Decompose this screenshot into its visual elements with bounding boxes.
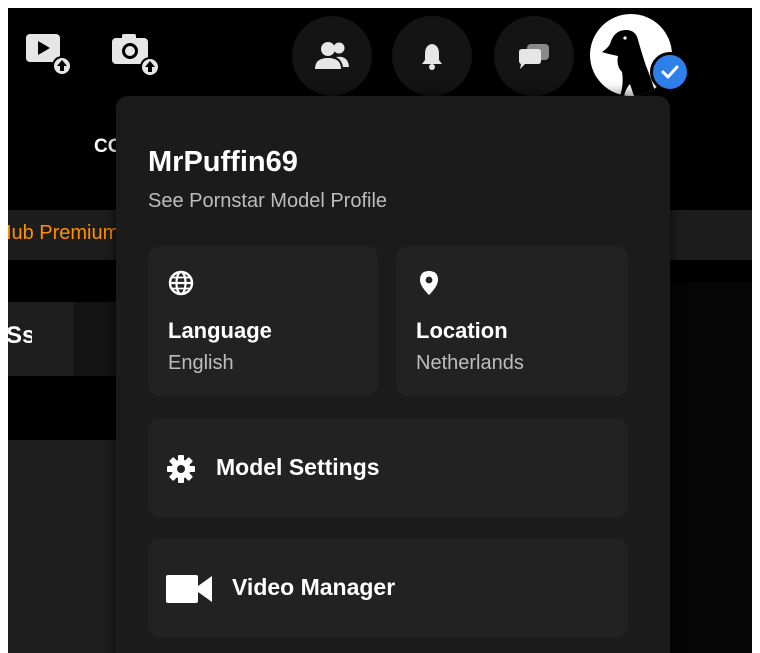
background-panel — [670, 282, 752, 653]
video-camera-icon — [166, 575, 212, 603]
language-value: English — [168, 352, 234, 374]
chat-icon — [519, 44, 549, 69]
section-title-fragment: Ss — [8, 322, 32, 349]
location-title: Location — [416, 318, 508, 343]
map-pin-icon — [420, 271, 438, 295]
bell-icon — [422, 44, 442, 70]
username[interactable]: MrPuffin69 — [148, 146, 298, 179]
verified-check-icon — [661, 65, 679, 79]
location-selector[interactable]: Location Netherlands — [396, 246, 628, 396]
language-title: Language — [168, 318, 272, 343]
gear-icon — [167, 455, 195, 483]
language-selector[interactable]: Language English — [148, 246, 378, 396]
premium-link[interactable]: Hub Premium — [8, 222, 118, 245]
friends-icon — [315, 42, 349, 69]
background-content — [8, 440, 120, 653]
background-strip — [8, 376, 120, 440]
verified-badge — [650, 52, 690, 92]
video-manager-label: Video Manager — [232, 574, 396, 600]
friends-button[interactable] — [292, 16, 372, 96]
model-settings-button[interactable]: Model Settings — [148, 418, 628, 518]
model-settings-label: Model Settings — [216, 454, 380, 480]
photo-upload-icon[interactable] — [110, 30, 160, 80]
top-header — [8, 8, 752, 100]
globe-icon — [168, 270, 194, 296]
model-profile-link[interactable]: See Pornstar Model Profile — [148, 190, 387, 213]
notifications-button[interactable] — [392, 16, 472, 96]
messages-button[interactable] — [494, 16, 574, 96]
account-dropdown-menu: MrPuffin69 See Pornstar Model Profile La… — [116, 96, 670, 653]
video-upload-icon[interactable] — [24, 30, 74, 80]
app-frame: CO Hub Premium Ss MrPuffin69 See Pornsta… — [8, 8, 752, 653]
location-value: Netherlands — [416, 352, 524, 374]
video-manager-button[interactable]: Video Manager — [148, 538, 628, 638]
